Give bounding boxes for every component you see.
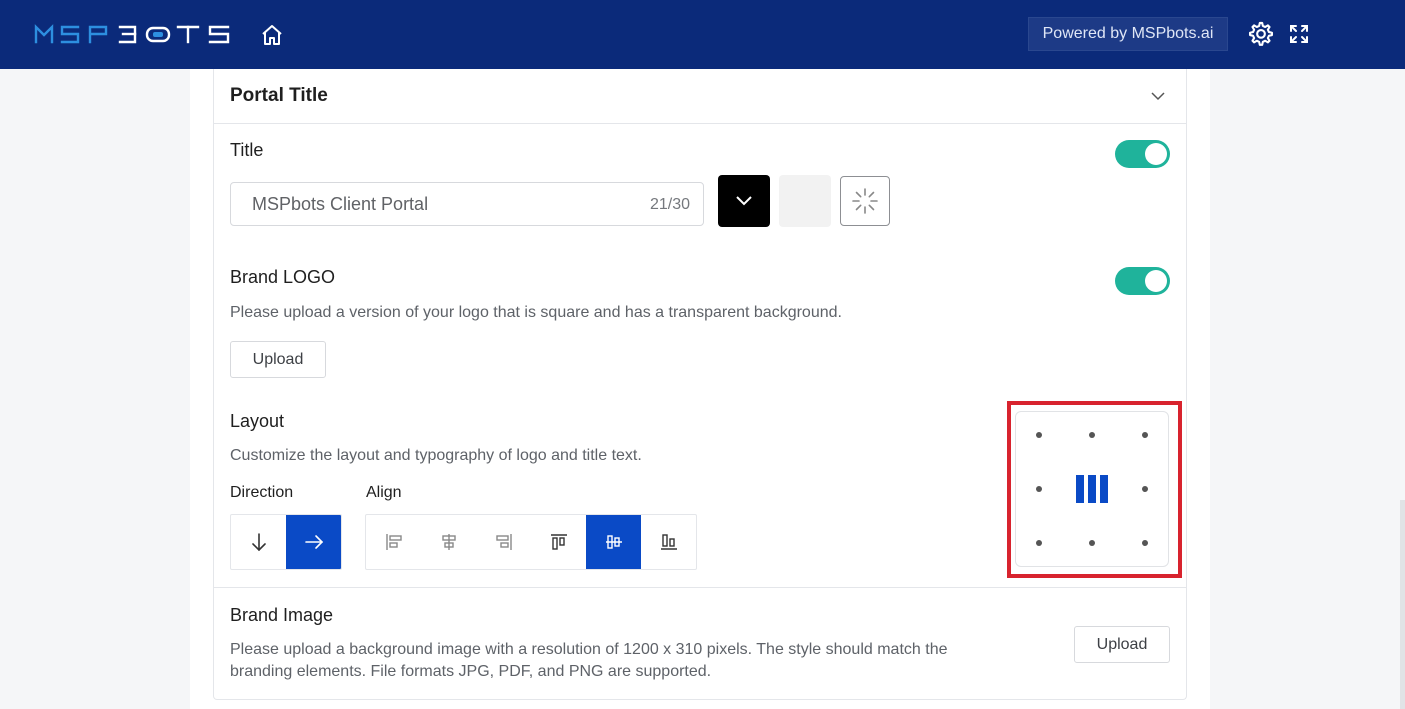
portal-title-card [213,69,1187,700]
section-title: Portal Title [230,85,328,106]
arrow-right-icon [304,535,323,549]
align-selector [365,514,697,570]
title-input-value: MSPbots Client Portal [252,194,429,214]
align-center-horizontal-button[interactable] [421,515,476,569]
brand-image-description-line2: branding elements. File formats JPG, PDF… [230,663,712,680]
section-header[interactable] [213,69,1187,124]
direction-horizontal-button[interactable] [286,515,341,569]
title-color-picker[interactable] [718,175,770,227]
direction-vertical-button[interactable] [231,515,286,569]
empty-color-picker[interactable] [840,176,890,226]
divider [214,587,1186,588]
align-center-vertical-icon [605,535,622,549]
home-icon[interactable] [260,23,284,47]
title-toggle[interactable] [1115,140,1170,168]
layout-label: Layout [230,411,285,431]
loading-icon [852,188,878,214]
gear-icon[interactable] [1247,20,1275,48]
fullscreen-icon[interactable] [1288,23,1310,45]
brand-logo-upload-button[interactable]: Upload [230,341,326,378]
background-color-picker[interactable] [779,175,831,227]
mspbots-logo[interactable] [34,23,234,50]
top-bar: Powered by MSPbots.ai [0,0,1405,69]
align-left-icon [385,534,402,550]
align-center-vertical-button[interactable] [586,515,641,569]
toggle-knob [1145,143,1167,165]
chevron-down-icon [736,196,752,206]
title-input[interactable]: MSPbots Client Portal 21/30 [230,182,704,226]
brand-image-description-line1: Please upload a background image with a … [230,641,948,658]
align-right-button[interactable] [476,515,531,569]
brand-image-upload-button[interactable]: Upload [1074,626,1170,663]
layout-description: Customize the layout and typography of l… [230,447,642,464]
powered-by-badge[interactable]: Powered by MSPbots.ai [1028,17,1228,51]
align-label: Align [366,484,402,501]
highlight-box [1007,401,1182,578]
align-bottom-button[interactable] [641,515,696,569]
direction-selector [230,514,342,570]
brand-logo-description: Please upload a version of your logo tha… [230,304,842,321]
char-counter: 21/30 [649,196,690,213]
align-top-button[interactable] [531,515,586,569]
scrollbar[interactable] [1400,500,1405,709]
direction-label: Direction [230,484,294,501]
brand-logo-toggle[interactable] [1115,267,1170,295]
brand-image-label: Brand Image [230,605,334,625]
align-top-icon [550,534,567,550]
arrow-down-icon [251,533,266,552]
brand-logo-label: Brand LOGO [230,267,336,287]
align-center-horizontal-icon [441,534,456,550]
align-bottom-icon [660,534,677,550]
title-label: Title [230,140,264,160]
toggle-knob [1145,270,1167,292]
chevron-down-icon[interactable] [1150,88,1166,104]
align-right-icon [495,534,512,550]
align-left-button[interactable] [366,515,421,569]
